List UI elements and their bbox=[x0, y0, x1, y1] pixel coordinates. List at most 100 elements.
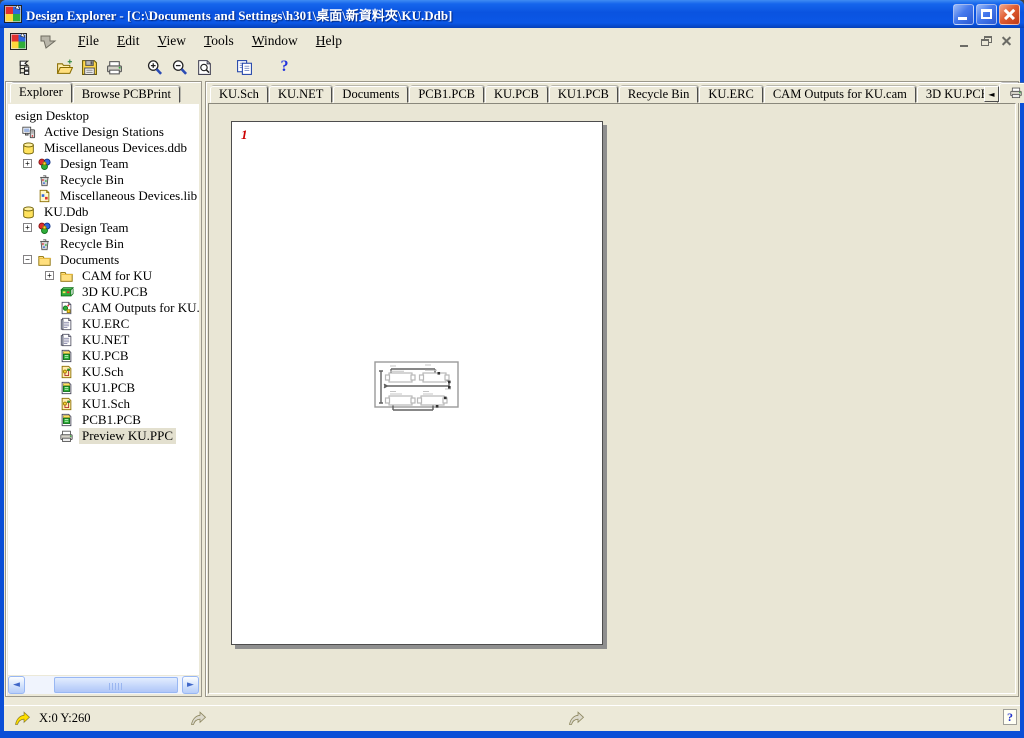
tree-horizontal-scrollbar[interactable]: ◄ ► bbox=[8, 676, 199, 694]
preview-page[interactable]: 1 bbox=[231, 121, 603, 645]
document-tab-preview-ku-ppc[interactable]: Preview KU.PPC bbox=[999, 83, 1024, 103]
save-button[interactable] bbox=[77, 55, 102, 79]
schdoc-icon bbox=[58, 397, 75, 411]
tree-item-cam-for-ku[interactable]: +CAM for KU bbox=[8, 268, 199, 284]
menu-mnemonic: W bbox=[252, 33, 264, 48]
document-tab-documents[interactable]: Documents bbox=[333, 86, 408, 103]
menu-window[interactable]: Window bbox=[243, 31, 307, 51]
toolbar: ? bbox=[4, 54, 1020, 80]
tree-item-preview-ku-ppc[interactable]: Preview KU.PPC bbox=[8, 428, 199, 444]
document-logo-icon bbox=[10, 33, 27, 50]
tree-item-ku-pcb[interactable]: KU.PCB bbox=[8, 348, 199, 364]
document-tab-ku-net[interactable]: KU.NET bbox=[269, 86, 332, 103]
zoom-out-button[interactable] bbox=[167, 55, 192, 79]
tree-item-miscellaneous-devices-lib[interactable]: Miscellaneous Devices.lib bbox=[8, 188, 199, 204]
mdi-minimize-button[interactable] bbox=[956, 34, 974, 49]
document-tab-ku-sch[interactable]: KU.Sch bbox=[210, 86, 268, 103]
sidebar-tab-browse-pcbprint[interactable]: Browse PCBPrint bbox=[73, 86, 180, 103]
menu-edit[interactable]: Edit bbox=[108, 31, 149, 51]
document-tab-recycle-bin[interactable]: Recycle Bin bbox=[619, 86, 698, 103]
zoom-document-button[interactable] bbox=[192, 55, 217, 79]
tree-item-ku-sch[interactable]: KU.Sch bbox=[8, 364, 199, 380]
status-bar: X:0 Y:260 ? bbox=[4, 705, 1020, 731]
tree-item-ku1-sch[interactable]: KU1.Sch bbox=[8, 396, 199, 412]
close-button[interactable] bbox=[999, 4, 1020, 25]
tab-label: CAM Outputs for KU.cam bbox=[773, 87, 907, 102]
help-button[interactable]: ? bbox=[272, 55, 297, 79]
page-number: 1 bbox=[241, 127, 248, 143]
menu-bar: FileEditViewToolsWindowHelp bbox=[4, 28, 1020, 54]
document-tab-ku-erc[interactable]: KU.ERC bbox=[699, 86, 763, 103]
tree-item-pcb1-pcb[interactable]: PCB1.PCB bbox=[8, 412, 199, 428]
mdi-close-button[interactable] bbox=[998, 34, 1016, 49]
print-button[interactable] bbox=[102, 55, 127, 79]
tree-item-label: Design Team bbox=[57, 220, 132, 236]
menu-file[interactable]: File bbox=[69, 31, 108, 51]
tab-label: 3D KU.PCB bbox=[926, 87, 989, 102]
printer-icon bbox=[58, 429, 75, 443]
mdi-restore-button[interactable] bbox=[977, 34, 995, 49]
scroll-right-button[interactable]: ► bbox=[182, 676, 199, 694]
expand-icon[interactable]: + bbox=[45, 271, 54, 280]
document-tab-cam-outputs-for-ku-cam[interactable]: CAM Outputs for KU.cam bbox=[764, 86, 916, 103]
tree-item-ku-net[interactable]: KU.NET bbox=[8, 332, 199, 348]
tree-item-label: KU1.Sch bbox=[79, 396, 133, 412]
menu-label: elp bbox=[326, 33, 343, 48]
tree-item-miscellaneous-devices-ddb[interactable]: Miscellaneous Devices.ddb bbox=[8, 140, 199, 156]
zoom-in-button[interactable] bbox=[142, 55, 167, 79]
document-panel: KU.SchKU.NETDocuments PCB1.PCB KU.PCB KU1.P… bbox=[205, 81, 1019, 697]
tree-item-label: Documents bbox=[57, 252, 122, 268]
tree-item-ku-ddb[interactable]: KU.Ddb bbox=[8, 204, 199, 220]
tree-item-active-design-stations[interactable]: Active Design Stations bbox=[8, 124, 199, 140]
tree-item-ku-erc[interactable]: KU.ERC bbox=[8, 316, 199, 332]
tree-item-recycle-bin[interactable]: Recycle Bin bbox=[8, 172, 199, 188]
document-tab-ku1-pcb[interactable]: KU1.PCB bbox=[549, 86, 618, 103]
open-document-button[interactable] bbox=[52, 55, 77, 79]
tab-label: PCB1.PCB bbox=[418, 87, 475, 102]
tree-item-label: KU.NET bbox=[79, 332, 132, 348]
document-tab-ku-pcb[interactable]: KU.PCB bbox=[485, 86, 548, 103]
menu-label: ile bbox=[86, 33, 100, 48]
content-area: ExplorerBrowse PCBPrint esign DesktopAct… bbox=[4, 80, 1020, 698]
team-icon bbox=[36, 157, 53, 171]
menu-mnemonic: H bbox=[316, 33, 326, 48]
maximize-button[interactable] bbox=[976, 4, 997, 25]
tree-item-label: Miscellaneous Devices.ddb bbox=[41, 140, 190, 156]
team-icon bbox=[36, 221, 53, 235]
expand-icon[interactable]: + bbox=[23, 223, 32, 232]
menu-tools[interactable]: Tools bbox=[195, 31, 243, 51]
scroll-left-button[interactable]: ◄ bbox=[8, 676, 25, 694]
doc-icon bbox=[58, 333, 75, 347]
tree-item-documents[interactable]: − Documents bbox=[8, 252, 199, 268]
panel-arrow-icon bbox=[190, 711, 207, 726]
tree-item-ku1-pcb[interactable]: KU1.PCB bbox=[8, 380, 199, 396]
help-status-icon[interactable]: ? bbox=[1003, 709, 1017, 725]
copy-button[interactable] bbox=[232, 55, 257, 79]
printer-icon bbox=[1008, 86, 1024, 99]
tree-item-design-team[interactable]: + Design Team bbox=[8, 220, 199, 236]
print-preview-canvas[interactable]: 1 bbox=[208, 103, 1016, 694]
menu-view[interactable]: View bbox=[149, 31, 195, 51]
scrollbar-thumb[interactable] bbox=[54, 677, 178, 693]
tree-item-recycle-bin[interactable]: Recycle Bin bbox=[8, 236, 199, 252]
tree-item-design-team[interactable]: +Design Team bbox=[8, 156, 199, 172]
tab-label: KU.PCB bbox=[494, 87, 539, 102]
menu-help[interactable]: Help bbox=[307, 31, 351, 51]
menu-down-arrow-icon[interactable] bbox=[35, 33, 61, 49]
minimize-icon bbox=[958, 17, 967, 20]
pcbdoc-icon bbox=[58, 349, 75, 363]
expand-icon[interactable]: + bbox=[23, 159, 32, 168]
design-manager-button[interactable] bbox=[12, 55, 37, 79]
cursor-arrow-icon bbox=[14, 711, 31, 726]
collapse-icon[interactable]: − bbox=[23, 255, 32, 264]
document-tab-pcb1-pcb[interactable]: PCB1.PCB bbox=[409, 86, 484, 103]
tree-item-esign-desktop[interactable]: esign Desktop bbox=[8, 108, 199, 124]
tabs-scroll-left-button[interactable]: ◄ bbox=[984, 86, 999, 102]
menu-label: dit bbox=[125, 33, 139, 48]
zoomin-icon bbox=[146, 59, 163, 76]
sidebar-tab-explorer[interactable]: Explorer bbox=[10, 83, 72, 103]
document-tabs-row: KU.SchKU.NETDocuments PCB1.PCB KU.PCB KU1.P… bbox=[206, 82, 1018, 103]
tree-item-cam-outputs-for-ku-cam[interactable]: CAM Outputs for KU.cam bbox=[8, 300, 199, 316]
tree-item-3d-ku-pcb[interactable]: 3D KU.PCB bbox=[8, 284, 199, 300]
minimize-button[interactable] bbox=[953, 4, 974, 25]
